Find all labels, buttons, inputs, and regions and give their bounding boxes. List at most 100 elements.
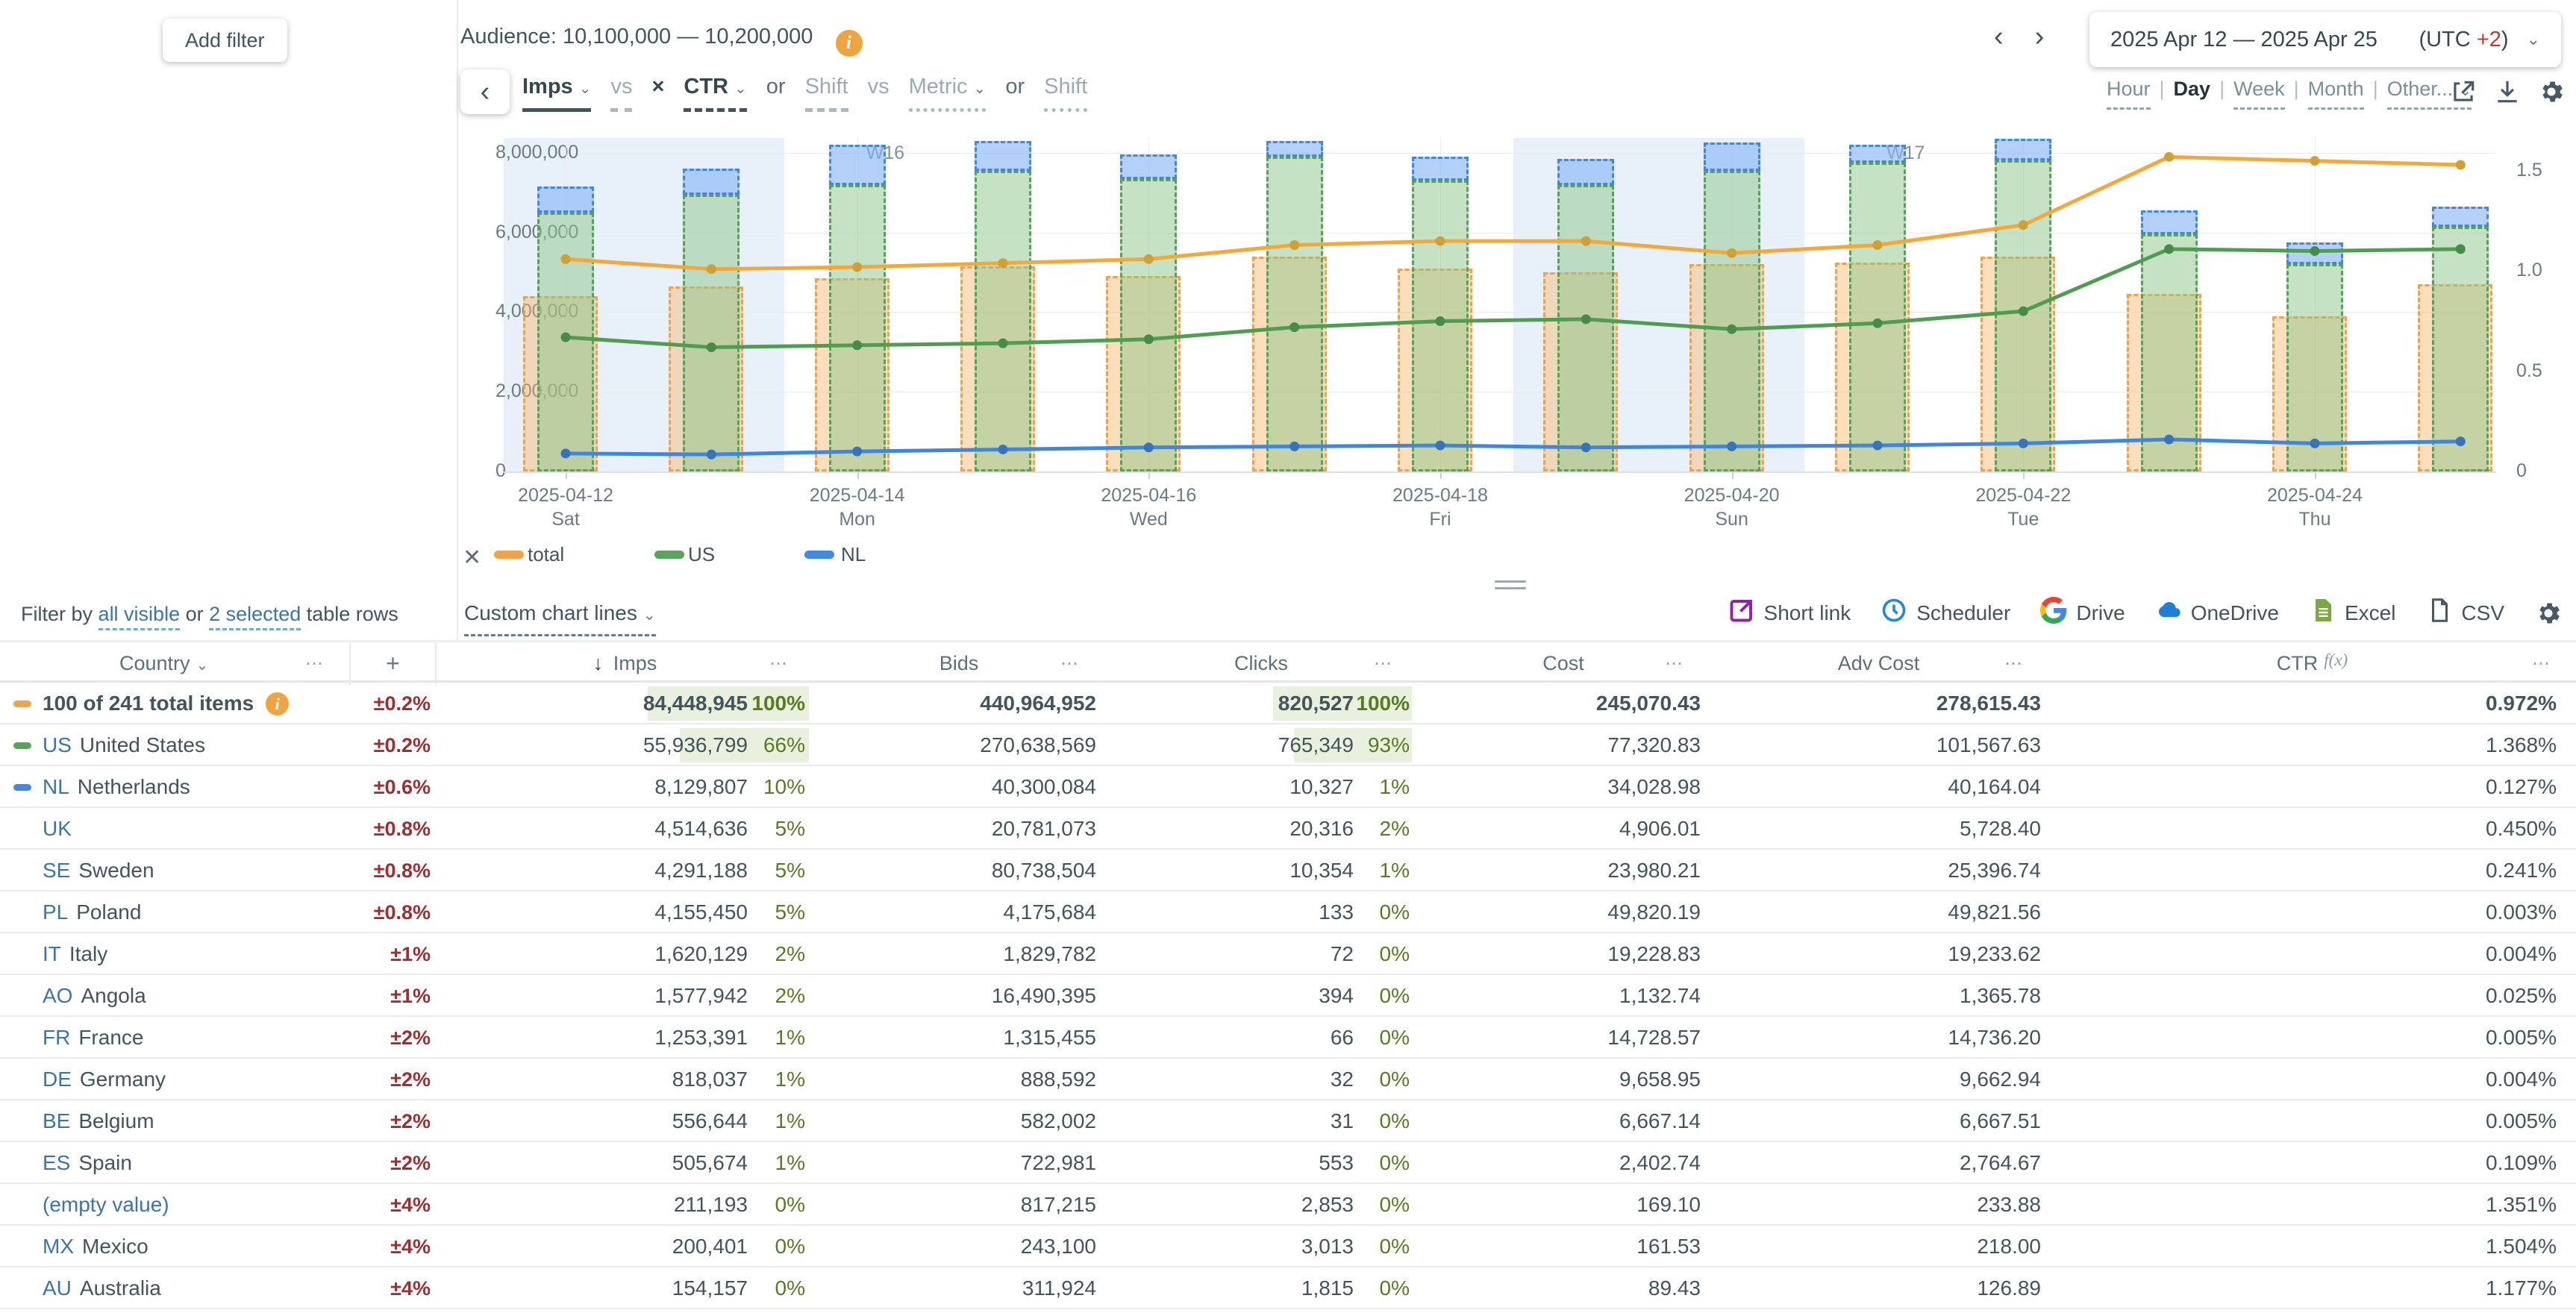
- total-ctr-line[interactable]: [566, 157, 2460, 269]
- country-code-link[interactable]: IT: [43, 942, 61, 966]
- total-ctr-line-point[interactable]: [1435, 236, 1445, 246]
- filter-selected-link[interactable]: 2 selected: [209, 603, 301, 630]
- legend-label-total[interactable]: total: [528, 543, 564, 566]
- us-ctr-line-point[interactable]: [998, 339, 1007, 348]
- us-ctr-line-point[interactable]: [2456, 244, 2466, 254]
- export-csv[interactable]: CSV: [2425, 597, 2504, 629]
- nl-ctr-line-point[interactable]: [561, 448, 571, 458]
- us-ctr-line-point[interactable]: [1581, 314, 1591, 324]
- export-drive[interactable]: Drive: [2040, 597, 2125, 629]
- column-menu-icon[interactable]: ⋯: [2004, 653, 2024, 674]
- column-header-add[interactable]: +: [351, 642, 437, 685]
- column-menu-icon[interactable]: ⋯: [2532, 653, 2551, 674]
- total-ctr-line-point[interactable]: [1581, 236, 1591, 246]
- table-row[interactable]: AOAngola±1%1,577,9422%16,490,3953940%1,1…: [0, 975, 2576, 1017]
- export-scheduler[interactable]: Scheduler: [1881, 597, 2010, 629]
- export-onedrive[interactable]: OneDrive: [2155, 597, 2279, 629]
- table-row[interactable]: UK±0.8%4,514,6365%20,781,07320,3162%4,90…: [0, 808, 2576, 850]
- column-header-cost[interactable]: Cost⋯: [1418, 642, 1709, 685]
- country-code-link[interactable]: BE: [43, 1109, 70, 1133]
- column-header-bids[interactable]: Bids⋯: [813, 642, 1104, 685]
- us-ctr-line[interactable]: [566, 249, 2460, 348]
- nl-ctr-line-point[interactable]: [1727, 442, 1736, 451]
- column-menu-icon[interactable]: ⋯: [1060, 653, 1080, 674]
- country-code-link[interactable]: AO: [43, 984, 72, 1008]
- table-row[interactable]: AUAustralia±4%154,1570%311,9241,8150%89.…: [0, 1267, 2576, 1309]
- add-filter-button[interactable]: Add filter: [163, 19, 287, 62]
- filter-all-visible-link[interactable]: all visible: [99, 603, 181, 630]
- add-column-button[interactable]: +: [386, 650, 400, 677]
- country-code-link[interactable]: AU: [43, 1276, 72, 1300]
- total-ctr-line-point[interactable]: [2310, 156, 2319, 166]
- table-row[interactable]: NLNetherlands±0.6%8,129,80710%40,300,084…: [0, 766, 2576, 808]
- us-ctr-line-point[interactable]: [1144, 334, 1154, 344]
- nl-ctr-line-point[interactable]: [1872, 441, 1882, 451]
- nl-ctr-line-point[interactable]: [707, 450, 716, 460]
- total-ctr-line-point[interactable]: [1727, 248, 1736, 258]
- column-header-ctr[interactable]: CTRf(x)⋯: [2048, 642, 2576, 685]
- table-row[interactable]: 100 of 241 total itemsi±0.2%84,448,94510…: [0, 683, 2576, 724]
- nl-ctr-line-point[interactable]: [852, 447, 862, 457]
- us-ctr-line-point[interactable]: [2164, 244, 2174, 254]
- nl-ctr-line-point[interactable]: [2019, 439, 2028, 448]
- total-ctr-line-point[interactable]: [2456, 160, 2466, 170]
- us-ctr-line-point[interactable]: [561, 333, 571, 342]
- us-ctr-line-point[interactable]: [1872, 319, 1882, 328]
- country-code-link[interactable]: MX: [43, 1235, 74, 1259]
- export-excel[interactable]: Excel: [2309, 597, 2395, 629]
- column-header-clicks[interactable]: Clicks⋯: [1104, 642, 1418, 685]
- legend-close-icon[interactable]: ✕: [463, 545, 481, 571]
- total-ctr-line-point[interactable]: [852, 263, 862, 272]
- country-code-link[interactable]: FR: [43, 1026, 70, 1050]
- column-menu-icon[interactable]: ⋯: [769, 653, 789, 674]
- us-ctr-line-point[interactable]: [1727, 325, 1736, 334]
- nl-ctr-line[interactable]: [566, 439, 2460, 454]
- country-code-link[interactable]: DE: [43, 1068, 72, 1091]
- table-row[interactable]: USUnited States±0.2%55,936,79966%270,638…: [0, 724, 2576, 766]
- table-row[interactable]: FRFrance±2%1,253,3911%1,315,455660%14,72…: [0, 1017, 2576, 1059]
- country-code-link[interactable]: NL: [43, 775, 69, 799]
- nl-ctr-line-point[interactable]: [1144, 442, 1154, 452]
- nl-ctr-line-point[interactable]: [998, 445, 1007, 454]
- table-row[interactable]: DEGermany±2%818,0371%888,592320%9,658.95…: [0, 1059, 2576, 1100]
- country-code-link[interactable]: UK: [43, 817, 72, 841]
- total-ctr-line-point[interactable]: [1144, 254, 1154, 264]
- country-code-link[interactable]: US: [43, 733, 72, 757]
- table-row[interactable]: ITItaly±1%1,620,1292%1,829,782720%19,228…: [0, 933, 2576, 975]
- sort-desc-icon[interactable]: ↓: [593, 652, 609, 674]
- table-settings-gear-icon[interactable]: [2534, 599, 2563, 627]
- us-ctr-line-point[interactable]: [1435, 316, 1445, 326]
- total-ctr-line-point[interactable]: [2019, 220, 2028, 230]
- total-ctr-line-point[interactable]: [998, 258, 1007, 268]
- nl-ctr-line-point[interactable]: [2456, 436, 2466, 446]
- combo-chart-plot[interactable]: 02,000,0004,000,0006,000,0008,000,00000.…: [504, 138, 2496, 471]
- column-header-imps[interactable]: ↓ Imps⋯: [437, 642, 813, 685]
- chart-resize-handle[interactable]: [1495, 580, 1526, 594]
- nl-ctr-line-point[interactable]: [1435, 441, 1445, 451]
- country-code-link[interactable]: PL: [43, 900, 68, 924]
- total-ctr-line-point[interactable]: [561, 254, 571, 264]
- column-menu-icon[interactable]: ⋯: [1374, 653, 1393, 674]
- us-ctr-line-point[interactable]: [1289, 322, 1299, 332]
- column-header-country[interactable]: Country⌄⋯: [0, 642, 351, 685]
- table-row[interactable]: PLPoland±0.8%4,155,4505%4,175,6841330%49…: [0, 891, 2576, 933]
- us-ctr-line-point[interactable]: [2019, 307, 2028, 316]
- nl-ctr-line-point[interactable]: [2164, 435, 2174, 445]
- table-row[interactable]: MXMexico±4%200,4010%243,1003,0130%161.53…: [0, 1226, 2576, 1267]
- nl-ctr-line-point[interactable]: [1289, 442, 1299, 451]
- us-ctr-line-point[interactable]: [707, 342, 716, 352]
- legend-label-us[interactable]: US: [688, 543, 715, 566]
- total-ctr-line-point[interactable]: [1872, 240, 1882, 250]
- total-items-info-icon[interactable]: i: [266, 692, 289, 715]
- table-row[interactable]: (empty value)±4%211,1930%817,2152,8530%1…: [0, 1184, 2576, 1226]
- export-short-link[interactable]: Short link: [1728, 597, 1851, 629]
- nl-ctr-line-point[interactable]: [1581, 442, 1591, 452]
- country-code-link[interactable]: SE: [43, 859, 70, 883]
- table-row[interactable]: ESSpain±2%505,6741%722,9815530%2,402.742…: [0, 1142, 2576, 1184]
- table-row[interactable]: SESweden±0.8%4,291,1885%80,738,50410,354…: [0, 850, 2576, 891]
- table-row[interactable]: BEBelgium±2%556,6441%582,002310%6,667.14…: [0, 1100, 2576, 1142]
- nl-ctr-line-point[interactable]: [2310, 439, 2319, 448]
- column-header-adv_cost[interactable]: Adv Cost⋯: [1709, 642, 2048, 685]
- custom-chart-lines-dropdown[interactable]: Custom chart lines⌄: [464, 601, 656, 636]
- column-menu-icon[interactable]: ⋯: [1665, 653, 1684, 674]
